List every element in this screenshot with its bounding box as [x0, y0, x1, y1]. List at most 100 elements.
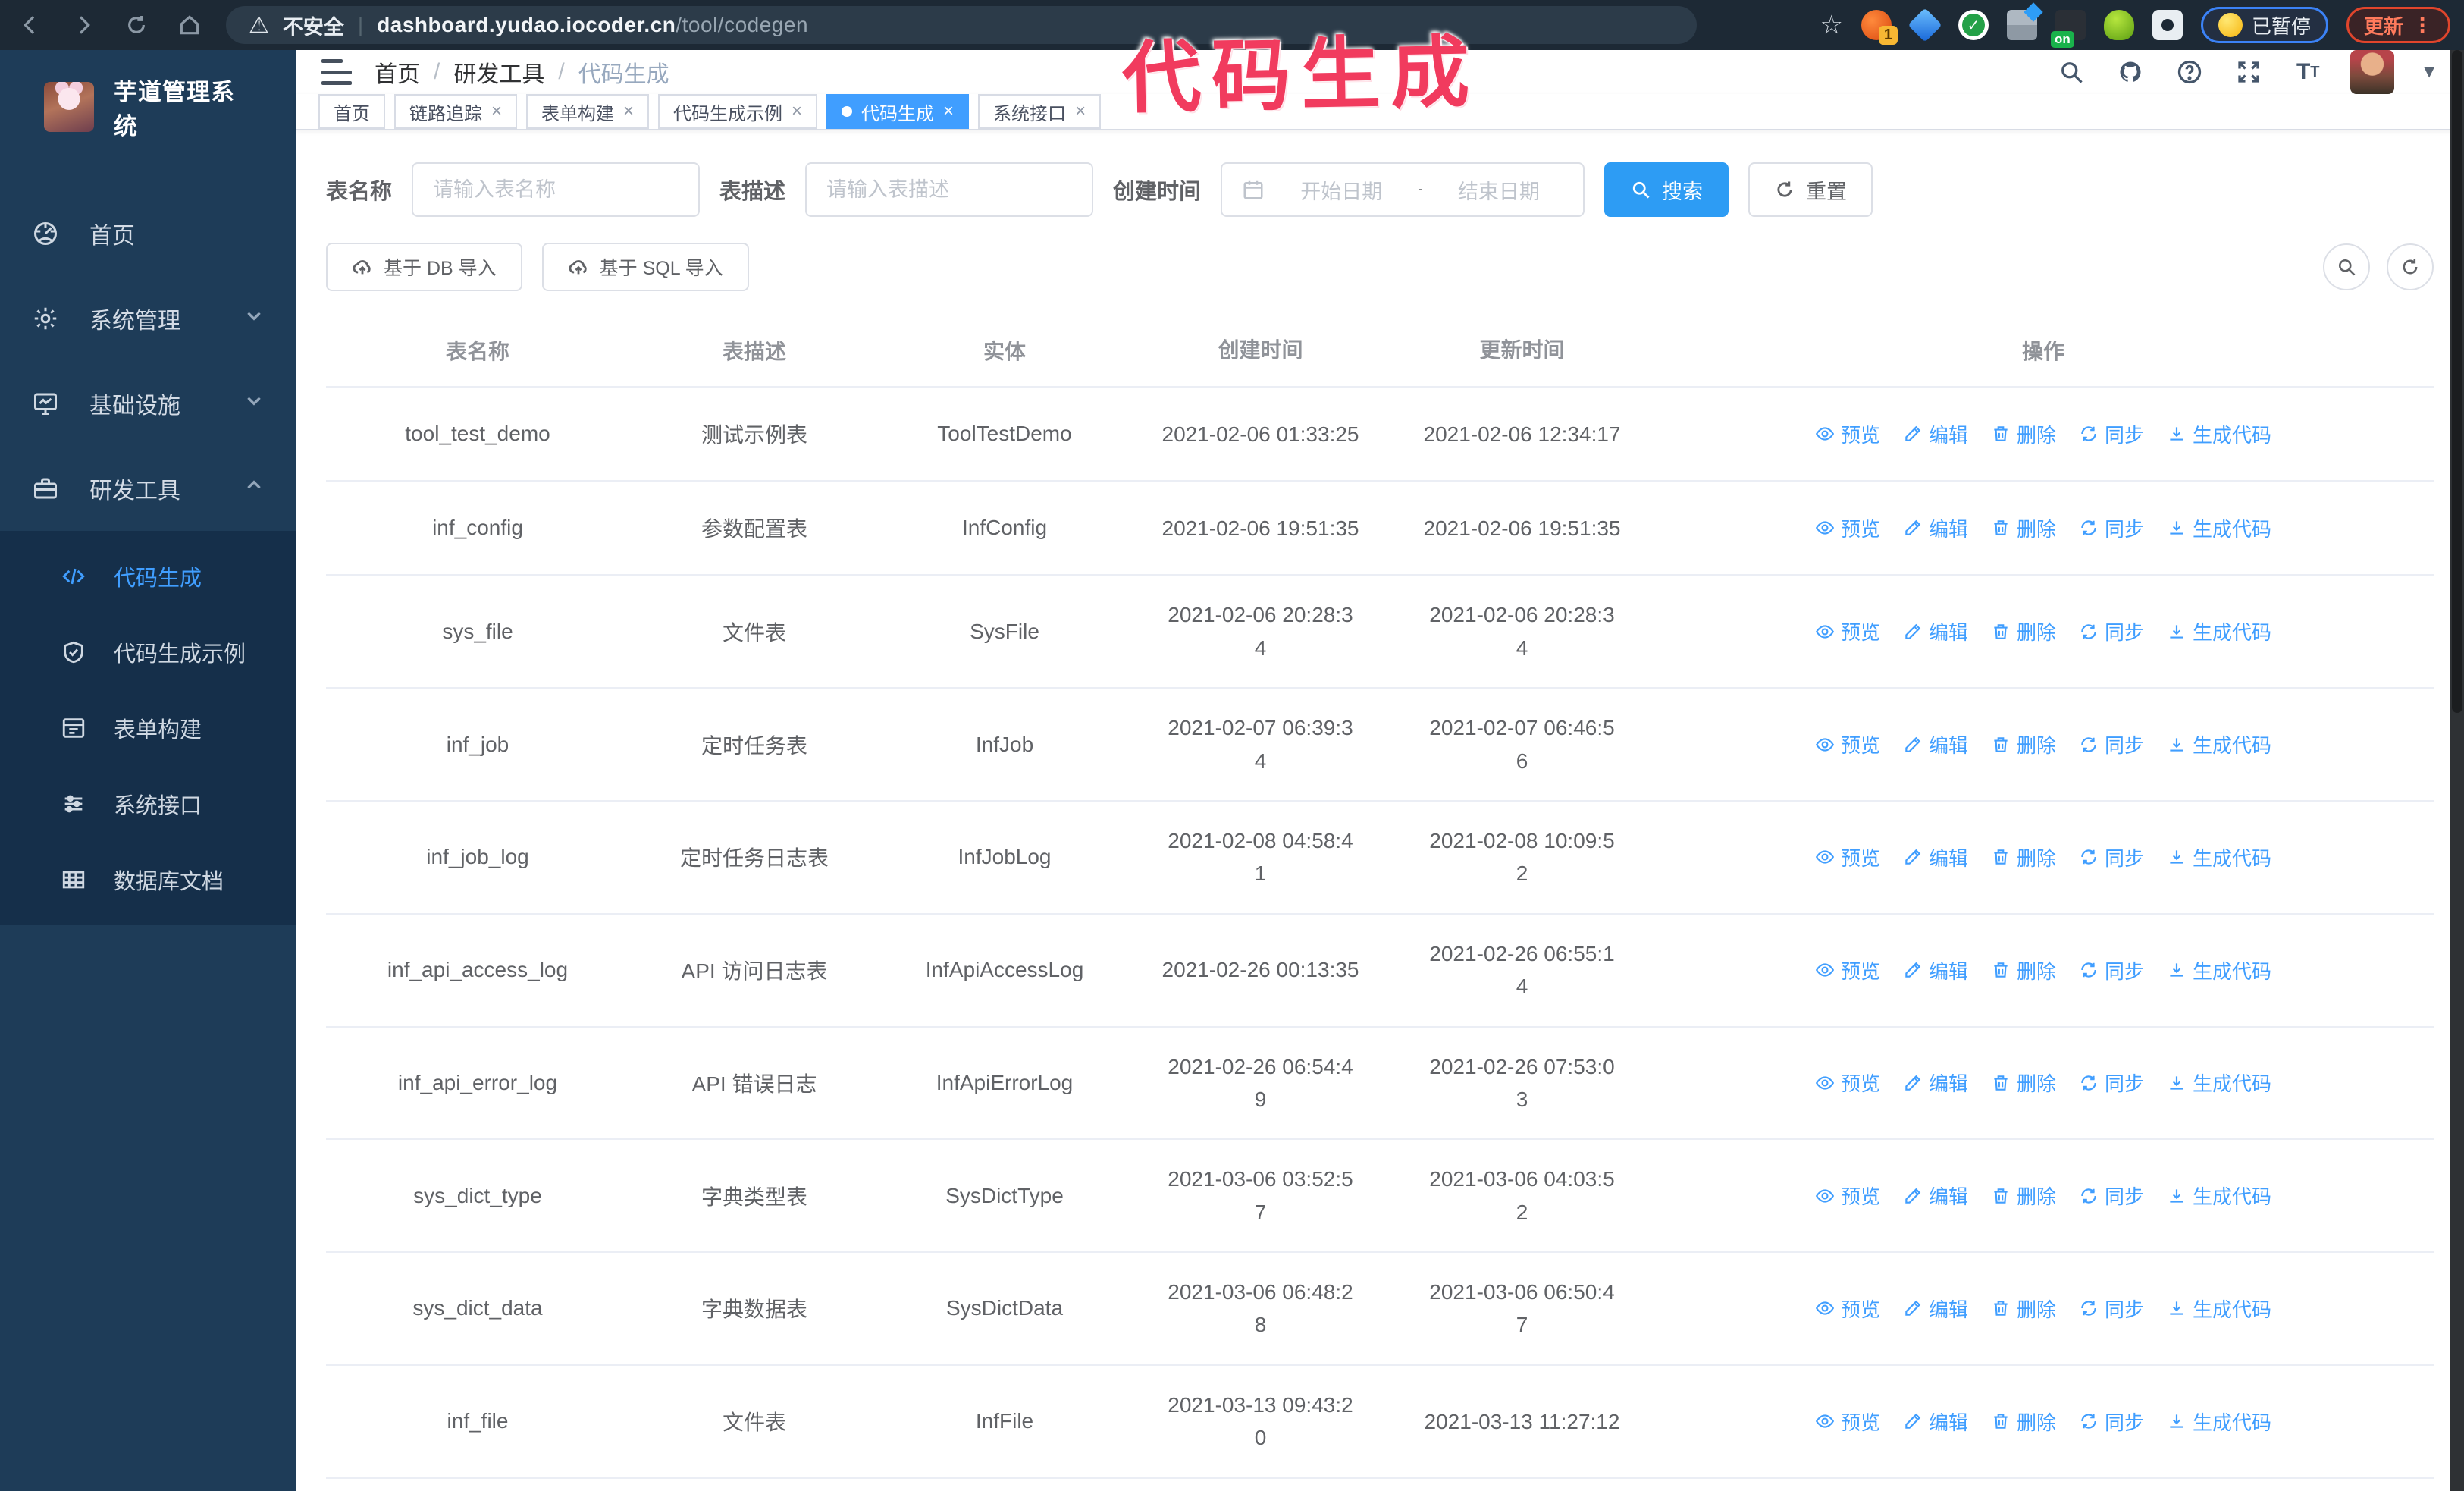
extension-icon-dark[interactable]: on [2050, 10, 2086, 48]
edit-action[interactable]: 编辑 [1903, 730, 1968, 758]
preview-action[interactable]: 预览 [1815, 420, 1880, 448]
breadcrumb-home[interactable]: 首页 [375, 55, 420, 89]
delete-action[interactable]: 删除 [1991, 420, 2056, 448]
delete-action[interactable]: 删除 [1991, 1408, 2056, 1436]
extension-icon-check[interactable]: ✓ [1958, 10, 1989, 40]
sync-action[interactable]: 同步 [2079, 1408, 2144, 1436]
generate-code-action[interactable]: 生成代码 [2167, 617, 2271, 645]
preview-action[interactable]: 预览 [1815, 617, 1880, 645]
edit-action[interactable]: 编辑 [1903, 843, 1968, 871]
breadcrumb-dev-tools[interactable]: 研发工具 [453, 55, 544, 89]
edit-action[interactable]: 编辑 [1903, 1182, 1968, 1210]
browser-update-button[interactable]: 更新 ⋮ [2346, 7, 2450, 43]
sidebar-item-infrastructure[interactable]: 基础设施 [0, 361, 296, 446]
generate-code-action[interactable]: 生成代码 [2167, 956, 2271, 984]
bookmark-star-icon[interactable]: ☆ [1820, 10, 1842, 40]
edit-action[interactable]: 编辑 [1903, 514, 1968, 542]
preview-action[interactable]: 预览 [1815, 956, 1880, 984]
preview-action[interactable]: 预览 [1815, 514, 1880, 542]
tag-codegen[interactable]: 代码生成 × [826, 94, 970, 129]
extension-icon-green[interactable] [2103, 10, 2134, 40]
edit-action[interactable]: 编辑 [1903, 956, 1968, 984]
app-logo-row[interactable]: 芋道管理系统 [0, 50, 296, 164]
sync-action[interactable]: 同步 [2079, 514, 2144, 542]
profile-paused-chip[interactable]: 已暂停 [2200, 7, 2328, 43]
header-search-icon[interactable] [2055, 55, 2088, 89]
edit-action[interactable]: 编辑 [1903, 1069, 1968, 1097]
sync-action[interactable]: 同步 [2079, 730, 2144, 758]
delete-action[interactable]: 删除 [1991, 1295, 2056, 1323]
extension-icon-grid[interactable] [2006, 10, 2037, 40]
delete-action[interactable]: 删除 [1991, 1069, 2056, 1097]
extension-icon-orange[interactable]: 1 [1861, 10, 1898, 45]
close-icon[interactable]: × [1075, 101, 1086, 122]
preview-action[interactable]: 预览 [1815, 730, 1880, 758]
user-menu-caret-icon[interactable]: ▼ [2420, 61, 2438, 83]
sync-action[interactable]: 同步 [2079, 1182, 2144, 1210]
browser-menu-icon[interactable]: ⋮ [2412, 14, 2433, 37]
preview-action[interactable]: 预览 [1815, 1408, 1880, 1436]
generate-code-action[interactable]: 生成代码 [2167, 1295, 2271, 1323]
table-desc-input[interactable] [826, 177, 1073, 202]
tag-form-builder[interactable]: 表单构建 × [526, 94, 650, 129]
sidebar-toggle-icon[interactable] [321, 59, 352, 85]
extension-icon-gem[interactable] [1908, 8, 1942, 42]
toggle-search-button[interactable] [2323, 243, 2370, 290]
sidebar-item-home[interactable]: 首页 [0, 191, 296, 276]
sync-action[interactable]: 同步 [2079, 843, 2144, 871]
import-db-button[interactable]: 基于 DB 导入 [326, 243, 522, 291]
sync-action[interactable]: 同步 [2079, 956, 2144, 984]
delete-action[interactable]: 删除 [1991, 843, 2056, 871]
edit-action[interactable]: 编辑 [1903, 420, 1968, 448]
generate-code-action[interactable]: 生成代码 [2167, 1408, 2271, 1436]
generate-code-action[interactable]: 生成代码 [2167, 1069, 2271, 1097]
tag-tracing[interactable]: 链路追踪 × [394, 94, 518, 129]
table-name-input[interactable] [433, 177, 679, 202]
sidebar-item-system[interactable]: 系统管理 [0, 276, 296, 361]
browser-forward-button[interactable] [67, 8, 100, 42]
close-icon[interactable]: × [491, 101, 502, 122]
sidebar-item-db-doc[interactable]: 数据库文档 [0, 842, 296, 918]
import-sql-button[interactable]: 基于 SQL 导入 [541, 243, 749, 291]
preview-action[interactable]: 预览 [1815, 1182, 1880, 1210]
delete-action[interactable]: 删除 [1991, 1182, 2056, 1210]
font-size-icon[interactable]: TT [2291, 55, 2324, 89]
page-scrollbar[interactable] [2450, 50, 2464, 1491]
preview-action[interactable]: 预览 [1815, 843, 1880, 871]
reset-button[interactable]: 重置 [1748, 162, 1873, 217]
close-icon[interactable]: × [792, 101, 802, 122]
sidebar-item-system-api[interactable]: 系统接口 [0, 766, 296, 842]
help-icon[interactable] [2173, 55, 2206, 89]
sync-action[interactable]: 同步 [2079, 1069, 2144, 1097]
preview-action[interactable]: 预览 [1815, 1069, 1880, 1097]
sidebar-item-dev-tools[interactable]: 研发工具 [0, 446, 296, 531]
browser-home-button[interactable] [173, 8, 206, 42]
generate-code-action[interactable]: 生成代码 [2167, 730, 2271, 758]
date-range-picker[interactable]: 开始日期 - 结束日期 [1221, 162, 1585, 217]
sync-action[interactable]: 同步 [2079, 420, 2144, 448]
generate-code-action[interactable]: 生成代码 [2167, 843, 2271, 871]
scrollbar-thumb[interactable] [2452, 50, 2462, 713]
github-icon[interactable] [2114, 55, 2147, 89]
edit-action[interactable]: 编辑 [1903, 1295, 1968, 1323]
tag-home[interactable]: 首页 [318, 94, 385, 129]
sidebar-item-form-builder[interactable]: 表单构建 [0, 690, 296, 766]
delete-action[interactable]: 删除 [1991, 956, 2056, 984]
browser-reload-button[interactable] [120, 8, 153, 42]
browser-back-button[interactable] [14, 8, 47, 42]
preview-action[interactable]: 预览 [1815, 1295, 1880, 1323]
sync-action[interactable]: 同步 [2079, 1295, 2144, 1323]
edit-action[interactable]: 编辑 [1903, 1408, 1968, 1436]
tag-codegen-example[interactable]: 代码生成示例 × [658, 94, 818, 129]
generate-code-action[interactable]: 生成代码 [2167, 420, 2271, 448]
fullscreen-icon[interactable] [2232, 55, 2265, 89]
delete-action[interactable]: 删除 [1991, 617, 2056, 645]
generate-code-action[interactable]: 生成代码 [2167, 514, 2271, 542]
generate-code-action[interactable]: 生成代码 [2167, 1182, 2271, 1210]
sidebar-item-codegen-example[interactable]: 代码生成示例 [0, 614, 296, 690]
tag-system-api[interactable]: 系统接口 × [978, 94, 1102, 129]
sync-action[interactable]: 同步 [2079, 617, 2144, 645]
close-icon[interactable]: × [623, 101, 634, 122]
search-button[interactable]: 搜索 [1604, 162, 1729, 217]
edit-action[interactable]: 编辑 [1903, 617, 1968, 645]
